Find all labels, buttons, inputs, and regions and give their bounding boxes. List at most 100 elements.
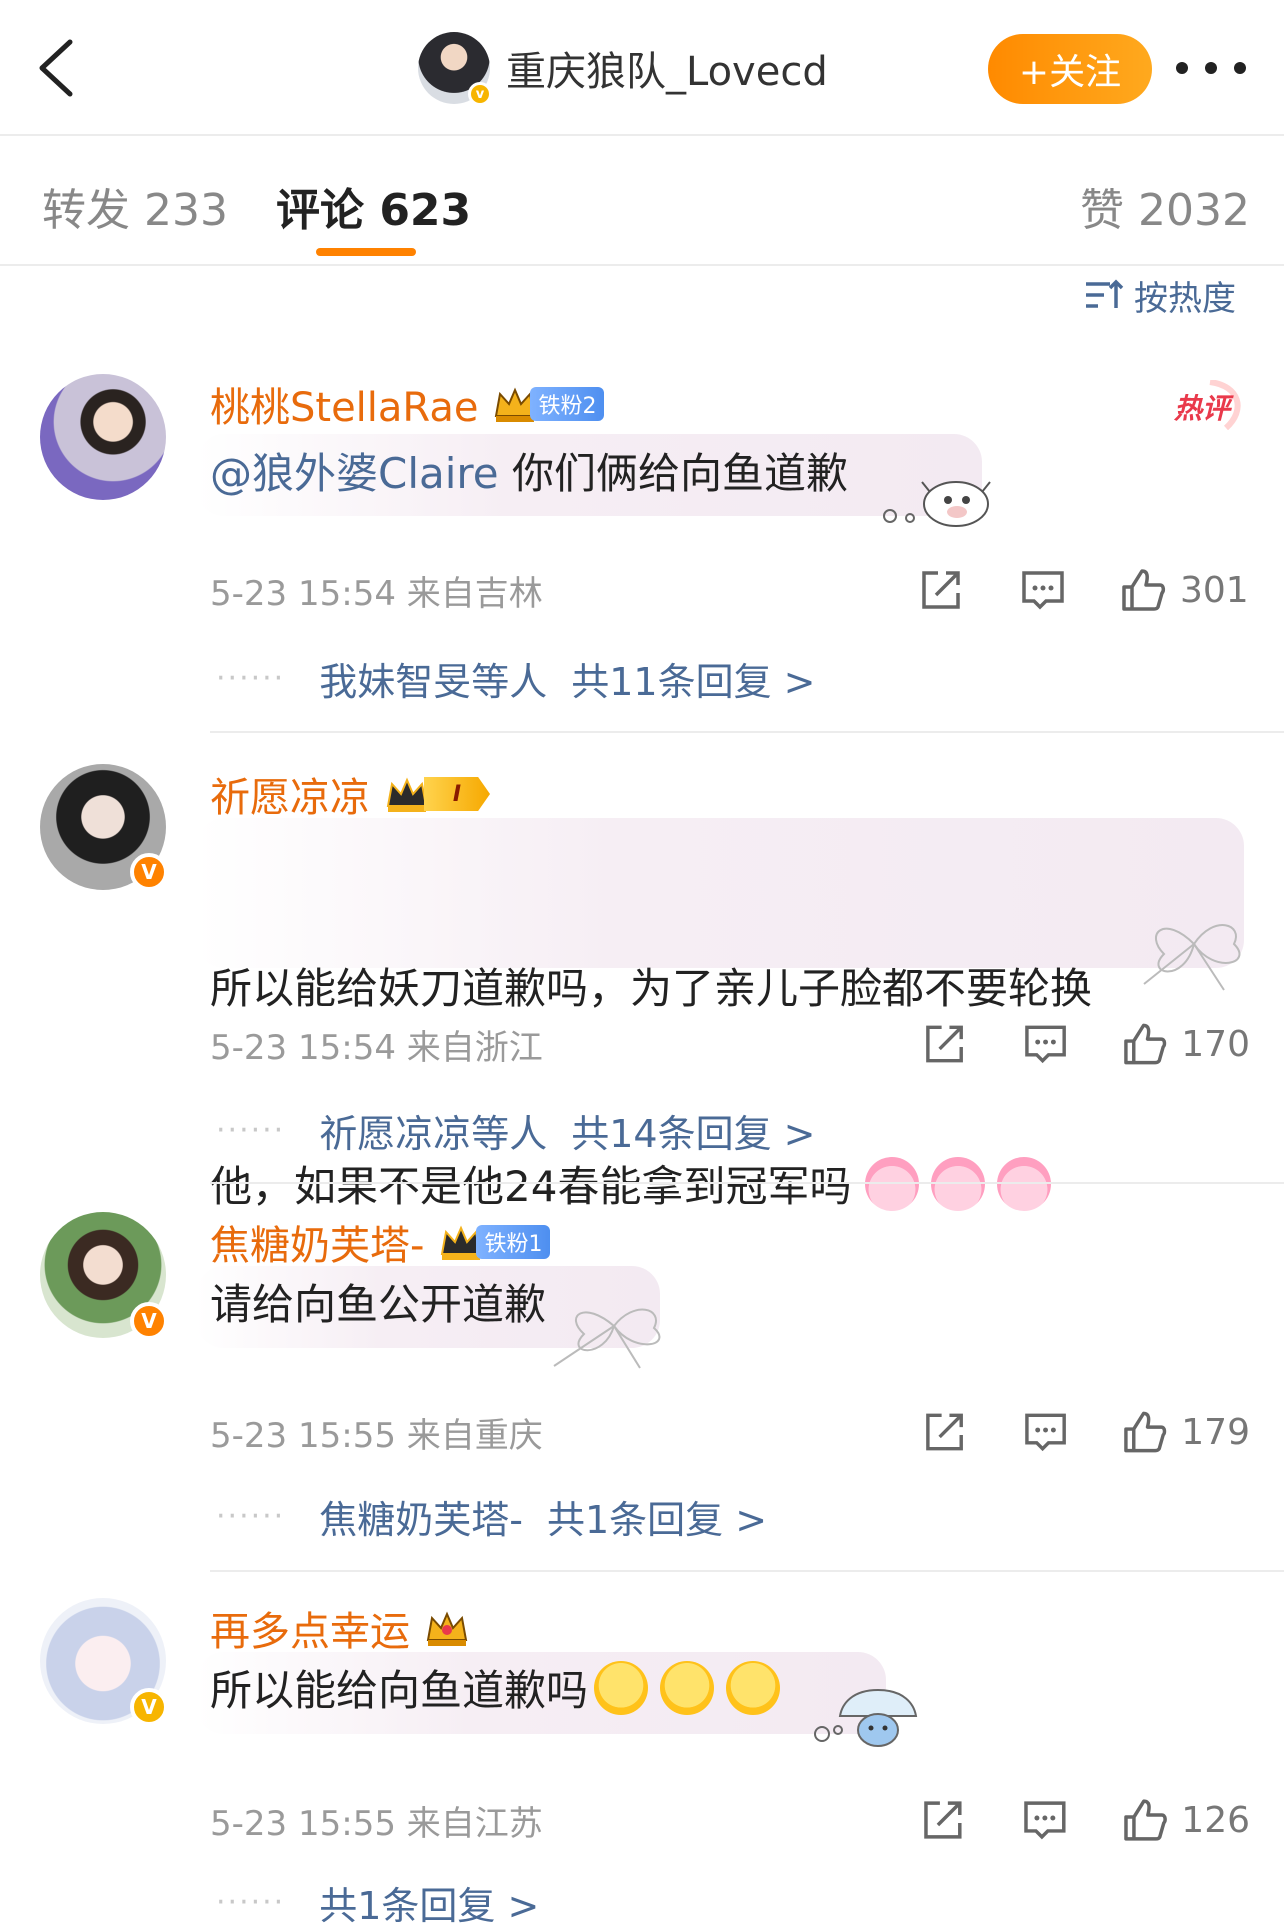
comment-header: 焦糖奶芙塔- 铁粉1 xyxy=(210,1213,551,1271)
comment-divider xyxy=(210,731,1284,733)
svg-text:热评: 热评 xyxy=(1173,392,1234,425)
verified-badge: V xyxy=(130,853,168,891)
smile-emoji-icon xyxy=(594,1661,649,1715)
comment-icon[interactable] xyxy=(1020,567,1066,613)
comment-actions: 170 xyxy=(900,1014,1250,1074)
comment-text: 所以能给向鱼道歉吗 xyxy=(210,1658,792,1724)
comment-header: 祈愿凉凉 I xyxy=(210,766,490,822)
comment-body-line: 他，如果不是他24春能拿到冠军吗 xyxy=(210,1154,1092,1220)
smile-emoji-icon xyxy=(726,1661,781,1715)
post-author[interactable]: v 重庆狼队_Lovecd xyxy=(418,30,828,106)
comment-icon[interactable] xyxy=(1023,1021,1068,1067)
like-count: 170 xyxy=(1181,1023,1250,1065)
tab-likes[interactable]: 赞 2032 xyxy=(1080,174,1250,238)
ribbon-bow-icon xyxy=(1143,924,1241,991)
reply-users: 我妹智旻等人 xyxy=(319,659,548,704)
user-mention-link[interactable]: @狼外婆Claire xyxy=(210,449,499,498)
share-icon[interactable] xyxy=(922,1409,967,1455)
comment-body-line: 所以能给妖刀道歉吗，为了亲儿子脸都不要轮换 xyxy=(210,964,1093,1013)
ribbon-bow-icon xyxy=(553,1308,661,1369)
comment-body: 他，如果不是他24春能拿到冠军吗 xyxy=(210,1162,852,1211)
sort-by-hot[interactable]: 按热度 xyxy=(1084,272,1236,319)
username[interactable]: 祈愿凉凉 xyxy=(210,765,370,823)
back-button[interactable] xyxy=(30,36,90,100)
rabbit-emoji-icon xyxy=(996,1157,1051,1211)
verified-badge: V xyxy=(130,1688,168,1726)
like-thumb-icon[interactable] xyxy=(1120,567,1166,613)
reply-total: 共14条回复 > xyxy=(571,1111,816,1156)
reply-dots: ······ xyxy=(216,1112,286,1148)
tab-reposts[interactable]: 转发 233 xyxy=(42,174,228,238)
share-icon[interactable] xyxy=(922,1021,967,1067)
active-tab-indicator xyxy=(316,248,416,256)
author-name[interactable]: 重庆狼队_Lovecd xyxy=(506,39,828,97)
more-dots-icon xyxy=(1205,62,1217,74)
avatar[interactable] xyxy=(40,374,166,500)
crown-icon xyxy=(426,1611,468,1646)
comment-meta: 5-23 15:54 来自吉林 xyxy=(210,574,543,614)
comment-divider xyxy=(210,1182,1284,1184)
comment-body: 所以能给向鱼道歉吗 xyxy=(210,1666,589,1715)
like-thumb-icon[interactable] xyxy=(1122,1021,1167,1067)
crown-icon xyxy=(386,777,428,812)
sort-icon xyxy=(1086,279,1124,308)
comment-icon[interactable] xyxy=(1023,1409,1068,1455)
like-count: 126 xyxy=(1181,1799,1251,1841)
more-button[interactable] xyxy=(1176,50,1246,86)
fan-level-badge: 铁粉1 xyxy=(476,1225,551,1259)
verified-badge: v xyxy=(468,82,492,106)
like-thumb-icon[interactable] xyxy=(1122,1409,1167,1455)
rabbit-emoji-icon xyxy=(930,1157,985,1211)
reply-total: 共11条回复 > xyxy=(571,659,816,704)
reply-users: 祈愿凉凉等人 xyxy=(319,1111,548,1156)
username[interactable]: 焦糖奶芙塔- xyxy=(210,1213,424,1271)
reply-dots: ······ xyxy=(216,660,286,696)
view-replies-link[interactable]: ······ 我妹智旻等人 共11条回复 > xyxy=(216,648,816,708)
comment-meta: 5-23 15:55 来自江苏 xyxy=(210,1804,543,1844)
tab-comments[interactable]: 评论 623 xyxy=(276,174,471,238)
like-count: 179 xyxy=(1181,1411,1250,1453)
fan-level-badge: 铁粉2 xyxy=(530,387,605,421)
comment-text: 请给向鱼公开道歉 xyxy=(210,1280,547,1329)
more-dots-icon xyxy=(1176,62,1188,74)
comment-icon[interactable] xyxy=(1022,1797,1068,1843)
comment-actions: 126 xyxy=(900,1790,1250,1850)
sort-label: 按热度 xyxy=(1134,278,1236,319)
reply-dots: ······ xyxy=(216,1498,286,1534)
smile-emoji-icon xyxy=(660,1661,715,1715)
share-icon[interactable] xyxy=(920,1797,966,1843)
reply-dots: ······ xyxy=(216,1884,286,1920)
verified-badge: V xyxy=(130,1302,168,1340)
raincoat-sticker-icon xyxy=(814,1688,918,1747)
chevron-left-icon xyxy=(39,39,73,97)
top-bar: v 重庆狼队_Lovecd +关注 xyxy=(0,0,1284,136)
view-replies-link[interactable]: ······ 共1条回复 > xyxy=(216,1872,539,1932)
like-count: 301 xyxy=(1180,569,1249,611)
username[interactable]: 桃桃StellaRae xyxy=(210,375,478,433)
cow-sticker-icon xyxy=(883,481,991,527)
share-icon[interactable] xyxy=(918,567,964,613)
more-dots-icon xyxy=(1234,62,1246,74)
reply-users: 焦糖奶芙塔- xyxy=(319,1497,523,1542)
comment-meta: 5-23 15:55 来自重庆 xyxy=(210,1416,543,1456)
comment-actions: 179 xyxy=(900,1402,1250,1462)
comment-text: @狼外婆Claire 你们俩给向鱼道歉 xyxy=(210,441,848,507)
view-replies-link[interactable]: ······ 焦糖奶芙塔- 共1条回复 > xyxy=(216,1486,767,1546)
reply-total: 共1条回复 > xyxy=(546,1497,768,1542)
fan-level-badge: I xyxy=(424,777,490,811)
avatar[interactable]: v xyxy=(418,32,492,106)
comment-divider xyxy=(210,1570,1284,1572)
comment-body: 你们俩给向鱼道歉 xyxy=(498,449,848,498)
comment-actions: 301 xyxy=(900,560,1250,620)
comment-meta: 5-23 15:54 来自浙江 xyxy=(210,1028,543,1068)
hot-comment-tag: 热评 xyxy=(1173,380,1241,430)
rabbit-emoji-icon xyxy=(864,1157,919,1211)
follow-button[interactable]: +关注 xyxy=(988,34,1152,104)
view-replies-link[interactable]: ······ 祈愿凉凉等人 共14条回复 > xyxy=(216,1100,816,1160)
reply-total: 共1条回复 > xyxy=(319,1883,540,1928)
username[interactable]: 再多点幸运 xyxy=(210,1599,410,1657)
comment-header: 桃桃StellaRae 铁粉2 xyxy=(210,375,605,433)
comment-header: 再多点幸运 xyxy=(210,1600,470,1656)
tab-bar: 转发 233 评论 623 赞 2032 xyxy=(0,136,1284,266)
like-thumb-icon[interactable] xyxy=(1122,1797,1168,1843)
